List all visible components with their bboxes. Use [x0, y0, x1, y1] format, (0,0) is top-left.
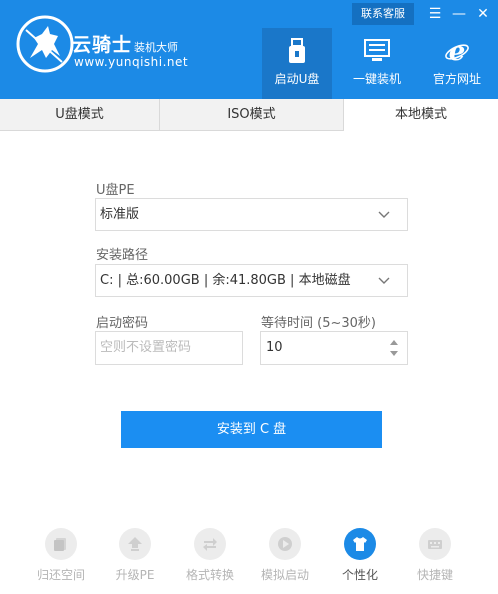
ie-browser-icon: e — [445, 38, 469, 64]
close-icon[interactable]: ✕ — [472, 3, 494, 25]
upe-select-value: 标准版 — [100, 207, 140, 222]
tool-icon-bg — [194, 528, 226, 560]
brand-url: www.yunqishi.net — [74, 55, 189, 69]
install-path-select[interactable]: C: | 总:60.00GB | 余:41.80GB | 本地磁盘 — [95, 264, 408, 297]
boot-password-input[interactable]: 空则不设置密码 — [95, 331, 243, 365]
install-to-c-button[interactable]: 安装到 C 盘 — [121, 411, 382, 448]
title-bar: 云骑士 装机大师 www.yunqishi.net 联系客服 ☰ — ✕ 启动U盘… — [0, 0, 498, 99]
menu-icon[interactable]: ☰ — [424, 3, 446, 25]
brand-name-text: 云骑士 — [72, 34, 133, 56]
tool-label: 格式转换 — [185, 568, 234, 582]
chevron-down-icon — [378, 211, 390, 218]
restore-space-icon — [54, 538, 66, 551]
wait-time-stepper[interactable]: 10 — [260, 331, 408, 365]
brand-subtitle: 装机大师 — [134, 41, 179, 54]
tool-icon-bg — [419, 528, 451, 560]
tool-upgrade-pe[interactable]: 升级PE — [98, 528, 172, 584]
tool-personalize[interactable]: 个性化 — [323, 528, 397, 584]
monitor-icon — [364, 39, 390, 61]
convert-icon — [203, 538, 217, 551]
tool-label: 快捷键 — [416, 568, 453, 582]
nav-boot-usb[interactable]: 启动U盘 — [262, 28, 332, 99]
tool-label: 归还空间 — [36, 568, 85, 582]
tool-format-convert[interactable]: 格式转换 — [173, 528, 247, 584]
tool-label: 个性化 — [341, 568, 378, 582]
nav-official-site[interactable]: e 官方网址 — [422, 28, 492, 99]
minimize-icon[interactable]: — — [448, 3, 470, 25]
install-path-label: 安装路径 — [96, 248, 149, 263]
boot-password-label: 启动密码 — [96, 316, 149, 331]
nav-one-click-install[interactable]: 一键装机 — [342, 28, 412, 99]
mode-tabs: U盘模式 ISO模式 本地模式 — [0, 99, 498, 132]
tool-label: 升级PE — [115, 568, 155, 582]
stepper-down-icon[interactable] — [389, 349, 399, 359]
tool-restore-space[interactable]: 归还空间 — [24, 528, 98, 584]
nav-official-site-label: 官方网址 — [432, 72, 481, 86]
tool-icon-bg — [344, 528, 376, 560]
tool-simulate-boot[interactable]: 模拟启动 — [248, 528, 322, 584]
tab-usb-mode[interactable]: U盘模式 — [0, 99, 160, 131]
knight-logo-icon — [16, 15, 74, 73]
tab-iso-mode[interactable]: ISO模式 — [160, 99, 344, 131]
wait-time-value: 10 — [266, 340, 283, 355]
chevron-down-icon — [378, 277, 390, 284]
wait-time-label: 等待时间 (5~30秒) — [261, 316, 376, 331]
nav-boot-usb-label: 启动U盘 — [274, 72, 320, 86]
tool-icon-bg — [269, 528, 301, 560]
brand-name: 云骑士 装机大师 — [72, 30, 178, 57]
tool-icon-bg — [119, 528, 151, 560]
contact-service-button[interactable]: 联系客服 — [352, 3, 414, 25]
tab-local-mode[interactable]: 本地模式 — [344, 99, 498, 132]
tshirt-icon — [353, 537, 367, 551]
usb-drive-icon — [289, 38, 305, 63]
nav-one-click-install-label: 一键装机 — [352, 72, 401, 86]
upgrade-icon — [128, 537, 142, 551]
stepper-up-icon[interactable] — [389, 337, 399, 347]
keyboard-icon — [428, 540, 442, 549]
tool-icon-bg — [45, 528, 77, 560]
tool-label: 模拟启动 — [260, 568, 309, 582]
tool-shortcut-keys[interactable]: 快捷键 — [398, 528, 472, 584]
play-icon — [278, 537, 292, 551]
svg-text:e: e — [449, 38, 466, 64]
upe-select[interactable]: 标准版 — [95, 198, 408, 231]
upe-label: U盘PE — [96, 183, 135, 198]
install-path-value: C: | 总:60.00GB | 余:41.80GB | 本地磁盘 — [100, 273, 351, 288]
